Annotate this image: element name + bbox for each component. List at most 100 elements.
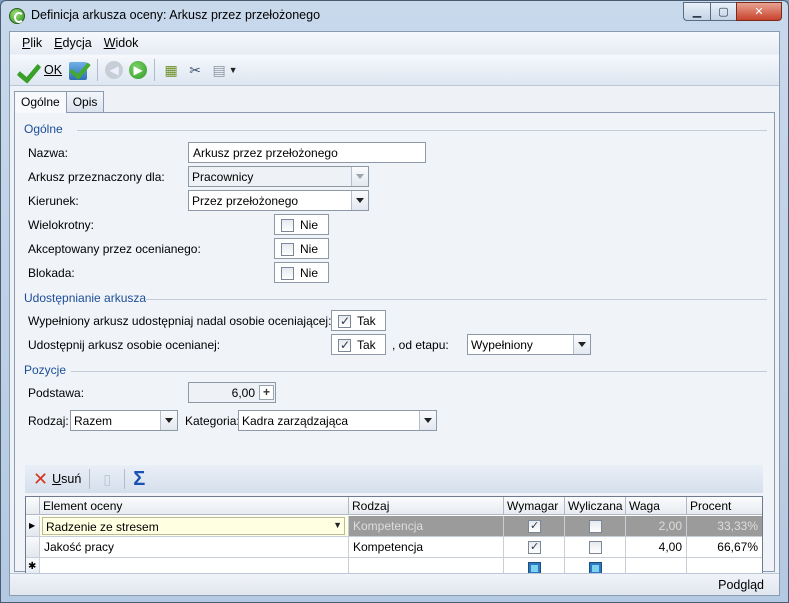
delete-button[interactable]: U xyxy=(52,472,61,486)
delete-icon[interactable]: ✕ xyxy=(33,470,48,488)
current-row-icon: ▶ xyxy=(26,516,40,537)
col-element[interactable]: Element oceny xyxy=(40,497,349,515)
minimize-button[interactable]: ▁ xyxy=(683,2,710,21)
chevron-down-icon: ▼ xyxy=(228,65,238,75)
toolbar-separator xyxy=(97,59,99,81)
group-title-pozycje: Pozycje xyxy=(24,363,67,377)
podstawa-label: Podstawa: xyxy=(28,386,85,400)
minimize-icon: ▁ xyxy=(692,6,702,18)
title-bar[interactable]: Definicja arkusza oceny: Arkusz przez pr… xyxy=(1,1,788,31)
menu-plik[interactable]: Plik xyxy=(16,36,48,50)
rodzaj-select[interactable]: Razem xyxy=(70,410,178,431)
maximize-icon: ▢ xyxy=(718,6,729,18)
chevron-down-icon xyxy=(351,191,368,210)
tools-icon: ✂ xyxy=(189,62,201,78)
podstawa-field[interactable]: 6,00 + xyxy=(188,382,276,403)
row-header-corner xyxy=(26,497,40,515)
wyliczana-checkbox[interactable] xyxy=(589,541,602,554)
akceptowany-checkbox[interactable]: Nie xyxy=(274,238,329,259)
window-title: Definicja arkusza oceny: Arkusz przez pr… xyxy=(31,8,321,22)
wielokrotny-checkbox[interactable]: Nie xyxy=(274,214,329,235)
tab-strip: Ogólne Opis xyxy=(14,91,105,113)
wyliczana-checkbox[interactable] xyxy=(589,520,602,533)
od-etapu-label: , od etapu: xyxy=(392,338,449,352)
table-row[interactable]: ▶ Radzenie ze stresem ▼ Kompetencja 2,00… xyxy=(26,516,762,537)
col-waga[interactable]: Waga xyxy=(626,497,687,515)
ok-button[interactable]: OK xyxy=(16,57,65,83)
printer-icon: ▤ xyxy=(212,62,226,78)
wymagany-checkbox[interactable] xyxy=(528,540,541,554)
blokada-label: Blokada: xyxy=(28,266,75,280)
col-wyliczana[interactable]: Wyliczana xyxy=(565,497,626,515)
positions-grid: Element oceny Rodzaj Wymagar Wyliczana W… xyxy=(25,496,763,580)
col-wymagany[interactable]: Wymagar xyxy=(504,497,565,515)
table-row[interactable]: Jakość pracy Kompetencja 4,00 66,67% xyxy=(26,537,762,558)
toolbar-separator xyxy=(89,469,91,489)
kategoria-label: Kategoria: xyxy=(185,414,240,428)
tab-ogolne[interactable]: Ogólne xyxy=(14,91,67,113)
client-area: Plik Edycja Widok OK ◀ ▶ ▦ ✂ ▤ ▼ Ogólne … xyxy=(9,31,780,596)
forward-button[interactable]: ▶ xyxy=(126,57,150,83)
window: Definicja arkusza oceny: Arkusz przez pr… xyxy=(0,0,789,603)
chevron-down-icon xyxy=(573,335,590,354)
plus-icon[interactable]: + xyxy=(259,385,274,400)
back-arrow-icon: ◀ xyxy=(105,61,124,79)
tools-button[interactable]: ✂ xyxy=(183,57,207,83)
maximize-button[interactable]: ▢ xyxy=(710,2,736,21)
blokada-checkbox[interactable]: Nie xyxy=(274,262,329,283)
kierunek-select[interactable]: Przez przełożonego xyxy=(188,190,369,211)
group-divider xyxy=(71,371,767,372)
menu-bar: Plik Edycja Widok xyxy=(10,32,779,54)
save-check-icon xyxy=(68,59,90,81)
grid-settings-button[interactable]: ▦ xyxy=(159,57,183,83)
toolbar: OK ◀ ▶ ▦ ✂ ▤ ▼ xyxy=(10,55,779,86)
chevron-down-icon[interactable]: ▼ xyxy=(333,520,342,530)
close-icon: ✕ xyxy=(754,6,764,18)
app-icon xyxy=(9,8,25,24)
group-title-udostepnianie: Udostępnianie arkusza xyxy=(24,291,147,305)
group-divider xyxy=(146,299,767,300)
save-apply-button[interactable] xyxy=(65,57,93,83)
status-bar: Podgląd xyxy=(10,573,779,595)
udostepniaj-nadal-label: Wypełniony arkusz udostępniaj nadal osob… xyxy=(28,314,332,328)
nazwa-label: Nazwa: xyxy=(28,146,69,160)
grid-header: Element oceny Rodzaj Wymagar Wyliczana W… xyxy=(26,497,762,518)
grid-toolbar: ✕ Usuń ▯ Σ xyxy=(25,465,763,493)
tab-opis[interactable]: Opis xyxy=(65,91,105,112)
udostepnij-ocenianej-checkbox[interactable]: Tak xyxy=(331,334,386,355)
group-title-ogolne: Ogólne xyxy=(24,122,63,136)
tab-panel-ogolne: Ogólne Nazwa: Arkusz przez przełożonego … xyxy=(14,112,775,580)
chevron-down-icon xyxy=(160,411,177,430)
element-cell-editor[interactable]: Radzenie ze stresem ▼ xyxy=(40,516,349,537)
caption-buttons: ▁ ▢ ✕ xyxy=(683,2,782,22)
back-button[interactable]: ◀ xyxy=(102,57,126,83)
close-button[interactable]: ✕ xyxy=(736,2,782,21)
nazwa-input[interactable]: Arkusz przez przełożonego xyxy=(188,142,426,163)
chevron-down-icon xyxy=(419,411,436,430)
forward-arrow-icon: ▶ xyxy=(129,61,148,79)
checkmark-icon xyxy=(19,59,41,81)
col-rodzaj[interactable]: Rodzaj xyxy=(349,497,504,515)
col-procent[interactable]: Procent xyxy=(687,497,762,515)
przeznaczony-label: Arkusz przeznaczony dla: xyxy=(28,170,165,184)
wielokrotny-label: Wielokrotny: xyxy=(28,218,95,232)
rodzaj-label: Rodzaj: xyxy=(28,414,69,428)
przeznaczony-select[interactable]: Pracownicy xyxy=(188,166,369,187)
group-divider xyxy=(77,130,767,131)
kategoria-select[interactable]: Kadra zarządzająca xyxy=(238,410,437,431)
akceptowany-label: Akceptowany przez ocenianego: xyxy=(28,242,201,256)
udostepniaj-nadal-checkbox[interactable]: Tak xyxy=(331,310,386,331)
kierunek-label: Kierunek: xyxy=(28,194,79,208)
menu-edycja[interactable]: Edycja xyxy=(48,36,98,50)
table-icon: ▦ xyxy=(164,62,178,78)
print-button[interactable]: ▤ ▼ xyxy=(207,57,241,83)
sum-icon[interactable]: Σ xyxy=(133,469,145,489)
status-text: Podgląd xyxy=(718,578,764,592)
toolbar-separator xyxy=(124,469,126,489)
menu-widok[interactable]: Widok xyxy=(98,36,145,50)
edit-document-icon[interactable]: ▯ xyxy=(98,470,116,488)
udostepnij-ocenianej-label: Udostępnij arkusz osobie ocenianej: xyxy=(28,338,221,352)
toolbar-separator xyxy=(154,59,156,81)
od-etapu-select[interactable]: Wypełniony xyxy=(467,334,591,355)
wymagany-checkbox[interactable] xyxy=(528,519,541,533)
